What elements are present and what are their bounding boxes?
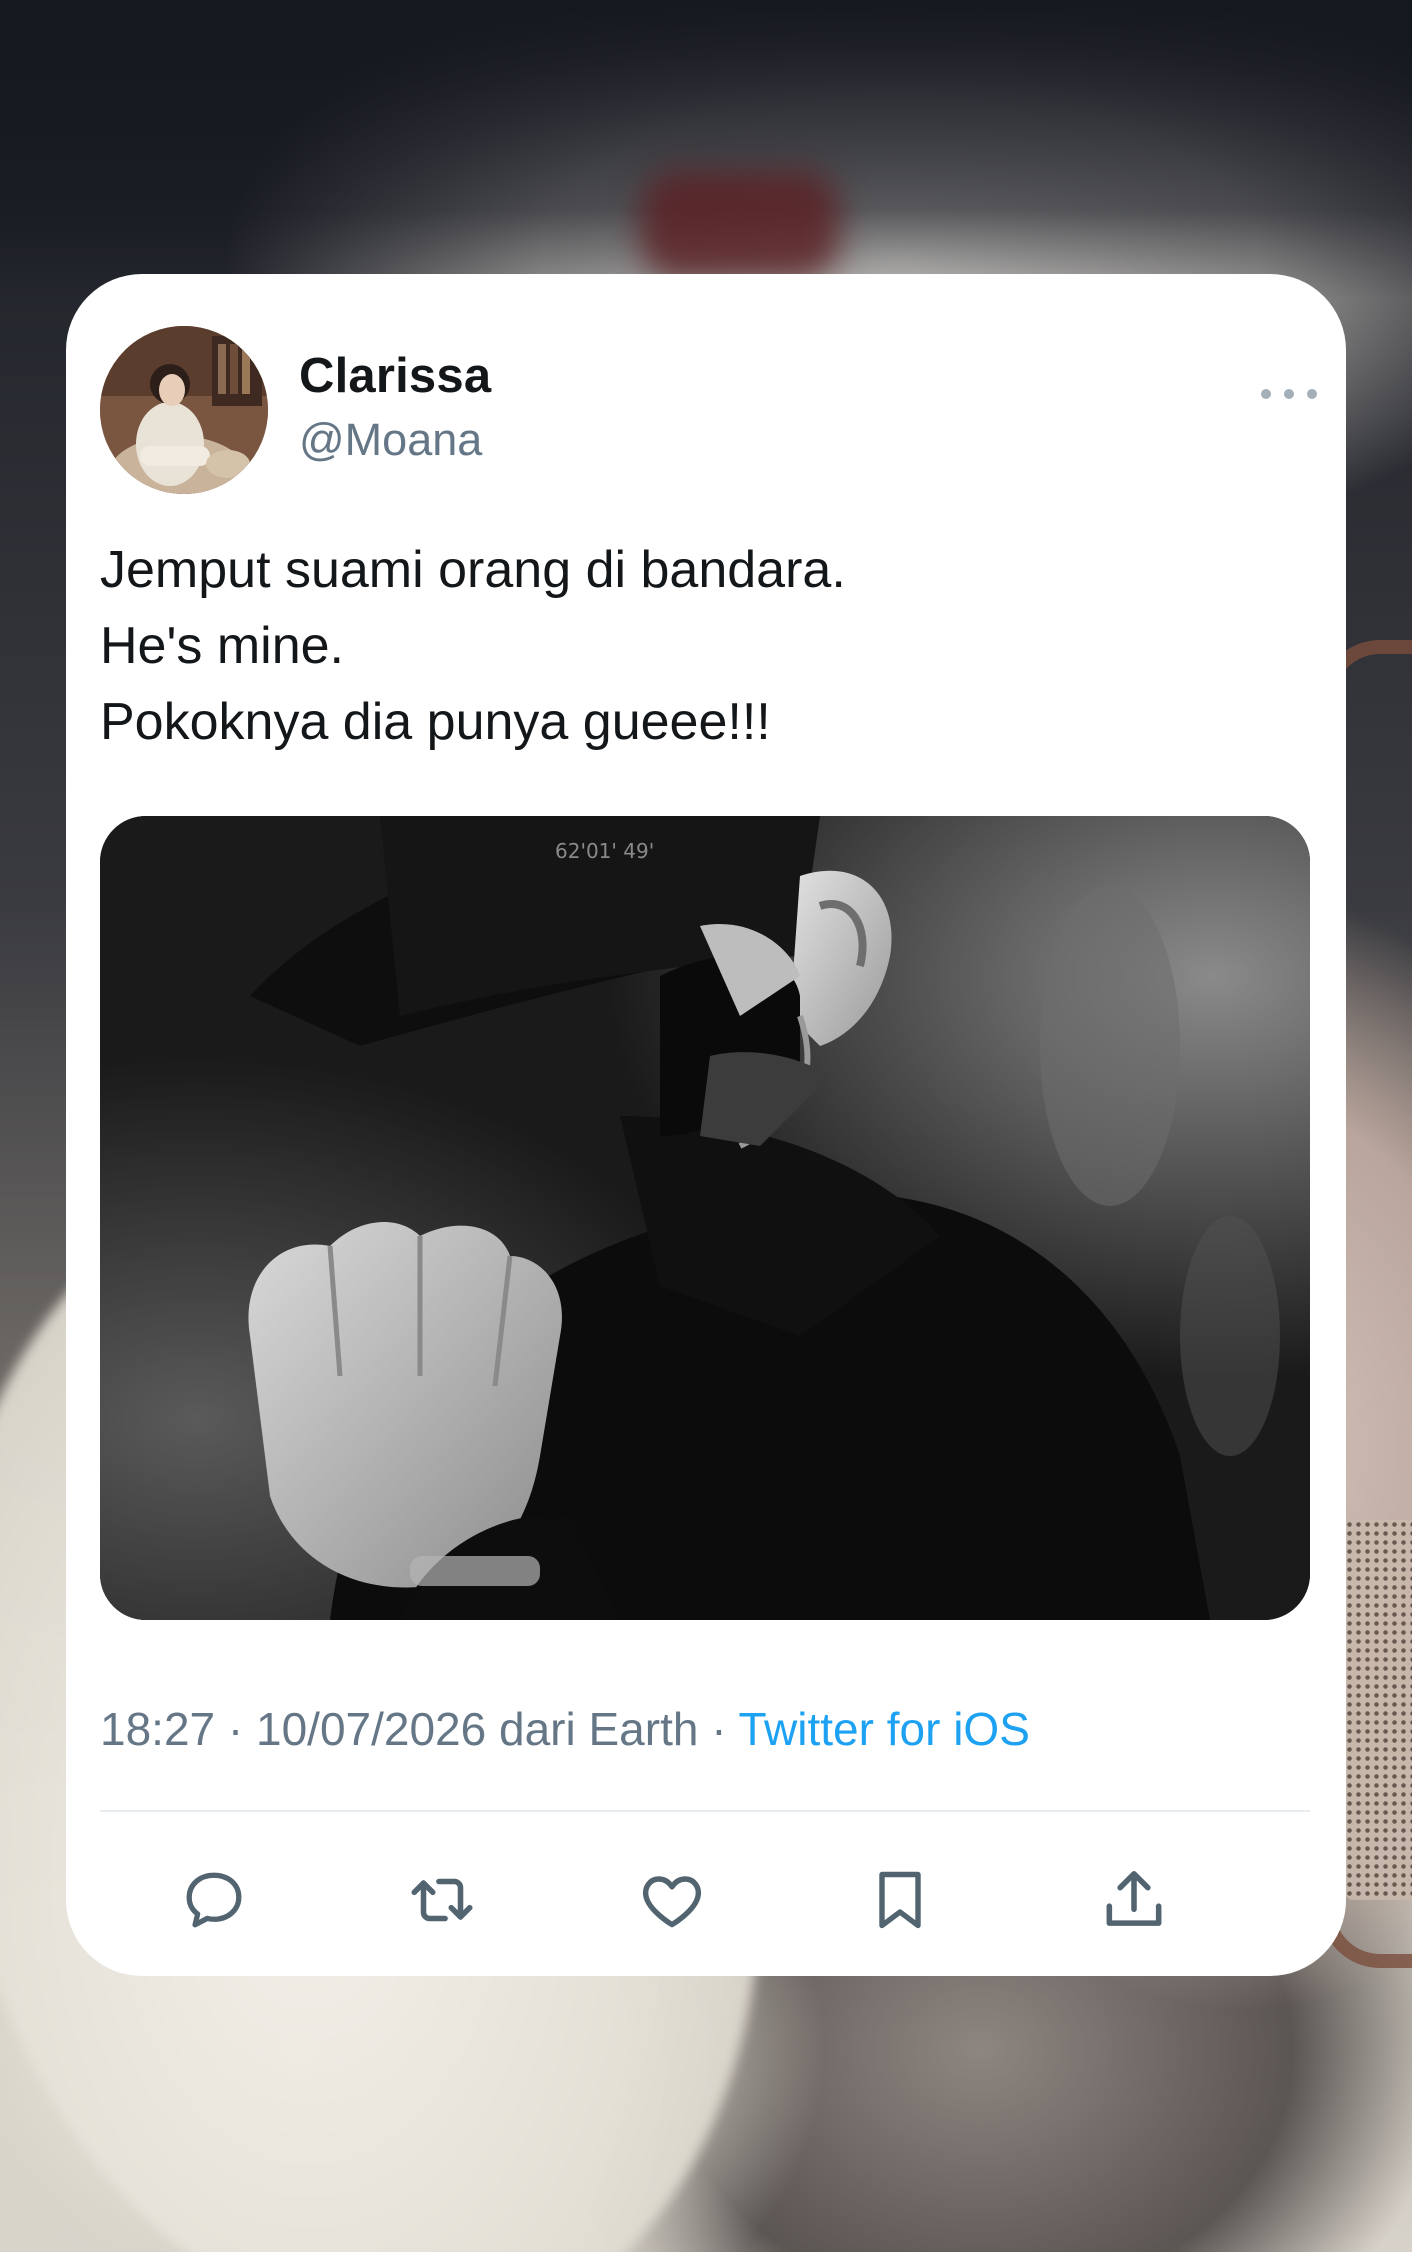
tweet-text: Jemput suami orang di bandara. He's mine… <box>100 532 1300 760</box>
reply-button[interactable] <box>176 1862 252 1938</box>
tweet-meta: 18:27 · 10/07/2026 dari Earth · Twitter … <box>100 1702 1030 1756</box>
tweet-card: Clarissa @Moana Jemput suami orang di ba… <box>66 274 1346 1976</box>
tweet-text-line: Pokoknya dia punya gueee!!! <box>100 693 771 751</box>
retweet-button[interactable] <box>404 1862 480 1938</box>
avatar[interactable] <box>100 326 268 494</box>
like-button[interactable] <box>634 1862 710 1938</box>
avatar-photo-icon <box>100 326 268 494</box>
share-button[interactable] <box>1096 1862 1172 1938</box>
dot <box>1261 389 1271 399</box>
bookmark-button[interactable] <box>862 1862 938 1938</box>
retweet-icon <box>411 1878 473 1922</box>
background-red-object <box>640 170 840 280</box>
divider <box>100 1810 1310 1812</box>
share-icon <box>1106 1871 1162 1926</box>
timestamp: 18:27 · 10/07/2026 dari Earth · <box>100 1703 739 1755</box>
dot <box>1307 389 1317 399</box>
background-mesh-bag <box>1345 1520 1412 1900</box>
more-dots-icon[interactable] <box>1261 374 1317 414</box>
tweet-text-line: Jemput suami orang di bandara. <box>100 541 846 599</box>
heart-icon <box>642 1876 702 1928</box>
action-bar <box>66 1862 1346 1938</box>
tweet-media-image[interactable]: 62'01' 49' <box>100 816 1310 1620</box>
reply-icon <box>186 1872 242 1928</box>
dot <box>1284 389 1294 399</box>
cap-text: 62'01' 49' <box>555 839 654 863</box>
source-link[interactable]: Twitter for iOS <box>738 1703 1029 1755</box>
author-handle[interactable]: @Moana <box>299 414 482 466</box>
author-name[interactable]: Clarissa <box>299 348 491 404</box>
bookmark-icon <box>879 1871 921 1929</box>
tweet-text-line: He's mine. <box>100 617 345 675</box>
photo-man-in-cap-icon: 62'01' 49' <box>100 816 1310 1620</box>
